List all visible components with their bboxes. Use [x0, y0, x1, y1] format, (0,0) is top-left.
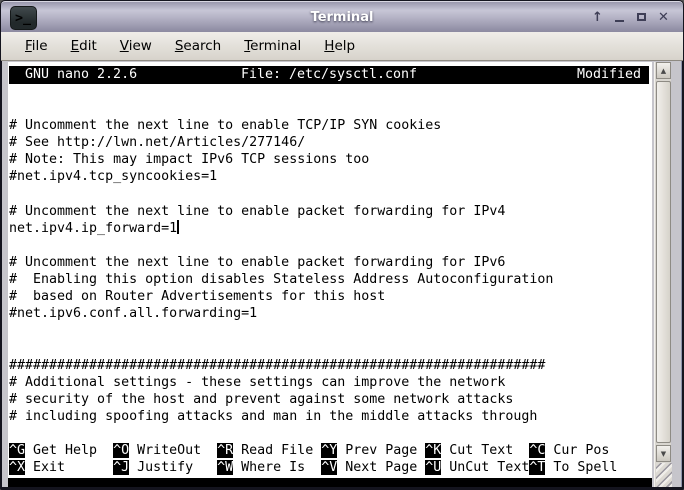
editor-line[interactable]: # Additional settings - these settings c…: [9, 374, 649, 391]
shortcut-where-is: ^W Where Is: [217, 459, 321, 476]
scroll-up-button[interactable]: ▲: [656, 62, 671, 79]
shortcut-read-file: ^R Read File: [217, 442, 321, 459]
editor-lines[interactable]: # Uncomment the next line to enable TCP/…: [9, 83, 649, 442]
window-title: Terminal: [1, 2, 683, 32]
editor-line[interactable]: [9, 322, 649, 339]
shortcut-key: ^U: [425, 460, 441, 475]
shortcut-key: ^R: [217, 443, 233, 458]
shortcut-cur-pos: ^C Cur Pos: [529, 442, 633, 459]
scrollbar[interactable]: ▲ ▼: [654, 62, 671, 487]
shortcut-uncut-text: ^U UnCut Text: [425, 459, 529, 476]
editor-line[interactable]: # Enabling this option disables Stateles…: [9, 271, 649, 288]
resize-grip[interactable]: [656, 463, 672, 487]
menu-item-edit[interactable]: Edit: [62, 35, 106, 57]
scroll-down-button[interactable]: ▼: [656, 445, 671, 462]
maximize-button[interactable]: [634, 9, 649, 25]
shortcut-to-spell: ^T To Spell: [529, 459, 633, 476]
menu-item-file[interactable]: File: [16, 35, 57, 57]
menu-bar: FileEditViewSearchTerminalHelp: [1, 32, 683, 61]
editor-line[interactable]: [9, 339, 649, 356]
menu-item-search[interactable]: Search: [166, 35, 230, 57]
shortcut-justify: ^J Justify: [113, 459, 217, 476]
shortcut-key: ^W: [217, 460, 233, 475]
shortcut-key: ^J: [113, 460, 129, 475]
nano-filename: File: /etc/sysctl.conf: [9, 66, 649, 83]
editor-line[interactable]: [9, 425, 649, 442]
editor-line[interactable]: [9, 100, 649, 117]
nano-title-bar: GNU nano 2.2.6 File: /etc/sysctl.conf Mo…: [9, 66, 649, 84]
shortcut-key: ^K: [425, 443, 441, 458]
editor-line[interactable]: # based on Router Advertisements for thi…: [9, 288, 649, 305]
editor-line[interactable]: #net.ipv4.tcp_syncookies=1: [9, 168, 649, 185]
shortcut-get-help: ^G Get Help: [9, 442, 113, 459]
editor-line[interactable]: # security of the host and prevent again…: [9, 391, 649, 408]
editor-line[interactable]: # including spoofing attacks and man in …: [9, 408, 649, 425]
close-button[interactable]: ✕: [656, 9, 671, 25]
shortcut-prev-page: ^Y Prev Page: [321, 442, 425, 459]
terminal-viewport[interactable]: GNU nano 2.2.6 File: /etc/sysctl.conf Mo…: [8, 62, 652, 487]
scrollbar-thumb[interactable]: [656, 81, 671, 443]
help-row: ^G Get Help^O WriteOut^R Read File^Y Pre…: [9, 442, 649, 459]
shade-button[interactable]: ↑: [590, 9, 605, 25]
menu-item-help[interactable]: Help: [315, 35, 364, 57]
window-controls: ↑✕: [590, 2, 671, 32]
help-row: ^X Exit^J Justify^W Where Is^V Next Page…: [9, 459, 649, 476]
editor-line[interactable]: net.ipv4.ip_forward=1: [9, 220, 649, 237]
editor-line[interactable]: # Uncomment the next line to enable pack…: [9, 254, 649, 271]
shortcut-key: ^T: [529, 460, 545, 475]
editor-line[interactable]: # Uncomment the next line to enable pack…: [9, 203, 649, 220]
minimize-button[interactable]: [612, 9, 627, 25]
shortcut-key: ^V: [321, 460, 337, 475]
editor-line[interactable]: # Note: This may impact IPv6 TCP session…: [9, 151, 649, 168]
title-bar[interactable]: >_ Terminal ↑✕: [1, 1, 683, 32]
bottom-band: [8, 478, 652, 487]
text-cursor: [177, 220, 179, 234]
shortcut-key: ^C: [529, 443, 545, 458]
shortcut-key: ^O: [113, 443, 129, 458]
shortcut-exit: ^X Exit: [9, 459, 113, 476]
shortcut-writeout: ^O WriteOut: [113, 442, 217, 459]
shortcut-next-page: ^V Next Page: [321, 459, 425, 476]
shortcut-cut-text: ^K Cut Text: [425, 442, 529, 459]
editor-line[interactable]: [9, 83, 649, 100]
editor-line[interactable]: [9, 186, 649, 203]
menu-item-view[interactable]: View: [111, 35, 161, 57]
shortcut-key: ^G: [9, 443, 25, 458]
shortcut-key: ^Y: [321, 443, 337, 458]
menu-item-terminal[interactable]: Terminal: [235, 35, 310, 57]
help-bar: ^G Get Help^O WriteOut^R Read File^Y Pre…: [9, 442, 649, 476]
terminal-frame: GNU nano 2.2.6 File: /etc/sysctl.conf Mo…: [2, 61, 682, 487]
editor-line[interactable]: # See http://lwn.net/Articles/277146/: [9, 134, 649, 151]
terminal-window: >_ Terminal ↑✕ FileEditViewSearchTermina…: [0, 0, 684, 490]
editor-line[interactable]: # Uncomment the next line to enable TCP/…: [9, 117, 649, 134]
editor-line[interactable]: #net.ipv6.conf.all.forwarding=1: [9, 305, 649, 322]
editor-line[interactable]: ########################################…: [9, 357, 649, 374]
nano-modified-flag: Modified: [577, 66, 641, 83]
editor-line[interactable]: [9, 237, 649, 254]
shortcut-key: ^X: [9, 460, 25, 475]
